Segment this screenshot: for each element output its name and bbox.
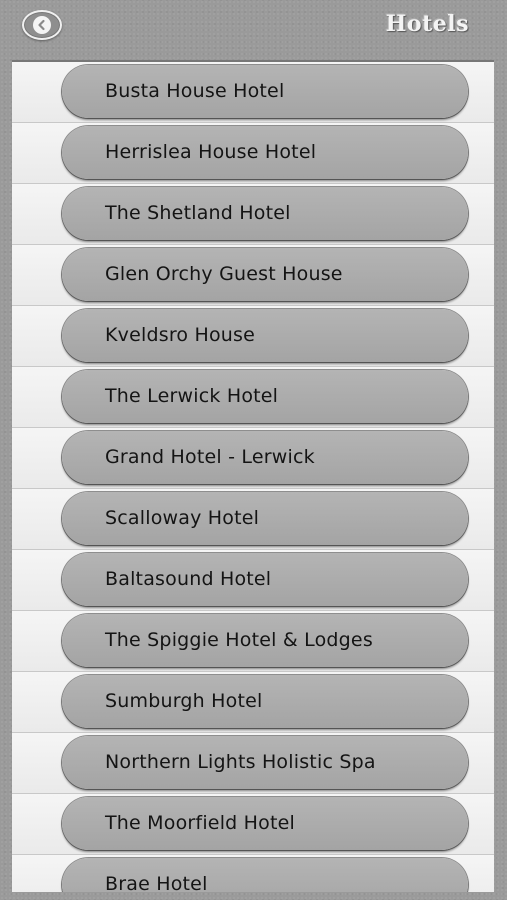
hotel-label: The Shetland Hotel	[105, 202, 291, 224]
list-item: The Moorfield Hotel	[12, 794, 494, 855]
hotel-button-glen-orchy[interactable]: Glen Orchy Guest House	[62, 248, 468, 301]
list-item: Brae Hotel	[12, 855, 494, 892]
hotel-list[interactable]: Busta House Hotel Herrislea House Hotel …	[12, 60, 494, 892]
hotel-label: Herrislea House Hotel	[105, 141, 317, 163]
hotel-label: The Moorfield Hotel	[105, 812, 295, 834]
hotel-button-busta-house[interactable]: Busta House Hotel	[62, 65, 468, 118]
hotel-label: Busta House Hotel	[105, 80, 285, 102]
hotel-button-sumburgh[interactable]: Sumburgh Hotel	[62, 675, 468, 728]
hotel-button-grand-hotel[interactable]: Grand Hotel - Lerwick	[62, 431, 468, 484]
list-item: Sumburgh Hotel	[12, 672, 494, 733]
list-item: Busta House Hotel	[12, 62, 494, 123]
hotel-button-lerwick-hotel[interactable]: The Lerwick Hotel	[62, 370, 468, 423]
hotel-label: Northern Lights Holistic Spa	[105, 751, 376, 773]
hotel-label: Scalloway Hotel	[105, 507, 260, 529]
hotel-button-baltasound[interactable]: Baltasound Hotel	[62, 553, 468, 606]
hotel-label: Sumburgh Hotel	[105, 690, 263, 712]
hotel-label: Kveldsro House	[105, 324, 256, 346]
hotel-label: The Spiggie Hotel & Lodges	[105, 629, 373, 651]
hotel-label: Glen Orchy Guest House	[105, 263, 343, 285]
hotel-button-scalloway[interactable]: Scalloway Hotel	[62, 492, 468, 545]
list-item: The Shetland Hotel	[12, 184, 494, 245]
list-item: Baltasound Hotel	[12, 550, 494, 611]
hotel-label: Grand Hotel - Lerwick	[105, 446, 315, 468]
list-item: The Spiggie Hotel & Lodges	[12, 611, 494, 672]
list-item: Kveldsro House	[12, 306, 494, 367]
list-item: Grand Hotel - Lerwick	[12, 428, 494, 489]
page-title: Hotels	[385, 11, 469, 37]
hotel-button-northern-lights[interactable]: Northern Lights Holistic Spa	[62, 736, 468, 789]
header-bar: Hotels	[0, 0, 507, 56]
list-item: Herrislea House Hotel	[12, 123, 494, 184]
hotel-label: Baltasound Hotel	[105, 568, 272, 590]
hotel-button-shetland-hotel[interactable]: The Shetland Hotel	[62, 187, 468, 240]
hotel-button-herrislea-house[interactable]: Herrislea House Hotel	[62, 126, 468, 179]
list-item: Glen Orchy Guest House	[12, 245, 494, 306]
list-item: Northern Lights Holistic Spa	[12, 733, 494, 794]
list-item: Scalloway Hotel	[12, 489, 494, 550]
hotel-label: The Lerwick Hotel	[105, 385, 279, 407]
hotel-button-spiggie[interactable]: The Spiggie Hotel & Lodges	[62, 614, 468, 667]
chevron-left-icon	[33, 16, 51, 34]
back-button[interactable]	[22, 10, 62, 40]
hotel-button-kveldsro-house[interactable]: Kveldsro House	[62, 309, 468, 362]
hotel-button-moorfield[interactable]: The Moorfield Hotel	[62, 797, 468, 850]
list-item: The Lerwick Hotel	[12, 367, 494, 428]
hotel-button-brae[interactable]: Brae Hotel	[62, 858, 468, 892]
hotel-label: Brae Hotel	[105, 873, 208, 892]
